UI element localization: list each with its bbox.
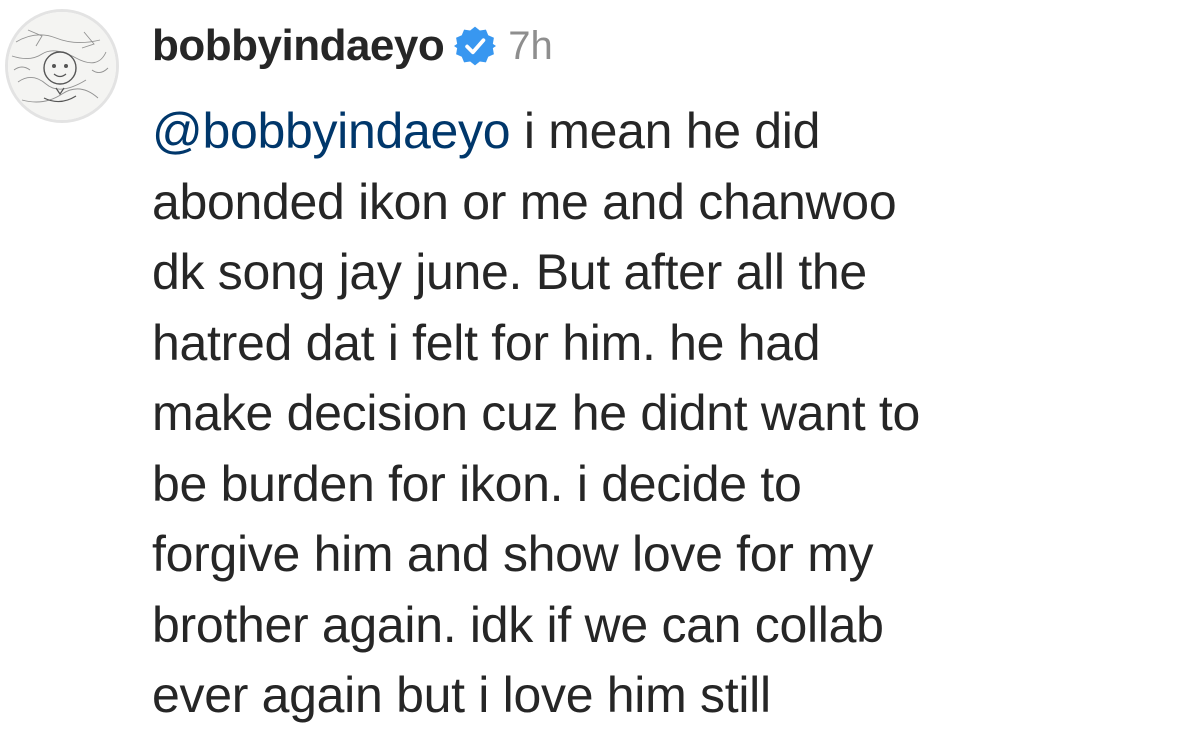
comment: bobbyindaeyo 7h @bobbyindaeyo i mean he … — [0, 0, 1179, 745]
mention-link[interactable]: @bobbyindaeyo — [152, 103, 511, 159]
comment-body: i mean he did abonded ikon or me and cha… — [152, 103, 921, 723]
timestamp: 7h — [508, 23, 553, 68]
avatar[interactable] — [8, 12, 116, 120]
username[interactable]: bobbyindaeyo — [152, 21, 445, 71]
avatar-image — [8, 12, 116, 120]
comment-text: @bobbyindaeyo i mean he did abonded ikon… — [152, 96, 1172, 731]
comment-header: bobbyindaeyo 7h — [152, 16, 553, 76]
verified-badge-icon — [454, 25, 497, 67]
